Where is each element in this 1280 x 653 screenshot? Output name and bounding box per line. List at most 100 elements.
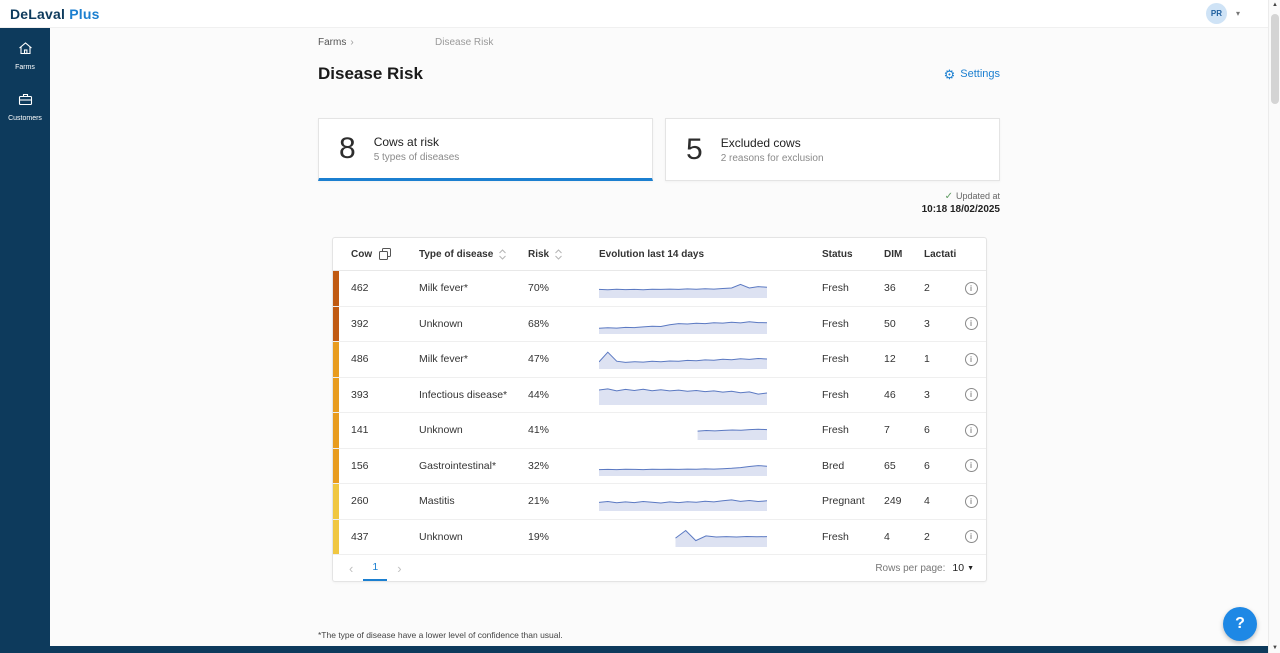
rows-per-page-label: Rows per page:: [875, 563, 945, 574]
gear-icon: ⚙: [944, 68, 956, 81]
cow-id: 141: [351, 424, 369, 436]
col-risk-sort[interactable]: Risk: [520, 238, 583, 270]
settings-label: Settings: [960, 68, 1000, 80]
disease-type: Mastitis: [419, 495, 455, 507]
info-icon[interactable]: i: [965, 530, 978, 543]
col-evolution: Evolution last 14 days: [599, 249, 704, 260]
breadcrumb-current: Disease Risk: [435, 37, 493, 48]
disease-type: Infectious disease*: [419, 389, 507, 401]
risk-level-bar: [333, 342, 339, 377]
lactation-nr: 2: [924, 531, 930, 543]
dim-value: 7: [884, 424, 890, 436]
col-risk: Risk: [528, 249, 549, 260]
risk-percent: 70%: [528, 282, 549, 294]
help-button[interactable]: ?: [1223, 607, 1257, 641]
cow-status: Bred: [822, 460, 844, 472]
page-number[interactable]: 1: [363, 555, 387, 581]
sort-icon: [555, 249, 562, 260]
copy-icon[interactable]: [379, 248, 391, 260]
cow-id: 156: [351, 460, 369, 472]
disease-risk-table: Cow Type of disease Risk Evoluti: [332, 237, 987, 582]
customers-icon: [17, 91, 34, 112]
cows-at-risk-count: 8: [339, 132, 356, 166]
next-page-button[interactable]: ›: [393, 555, 405, 581]
breadcrumb: Farms› Disease Risk: [318, 37, 354, 49]
user-menu-caret-icon[interactable]: ▾: [1236, 9, 1240, 18]
risk-percent: 47%: [528, 353, 549, 365]
info-icon[interactable]: i: [965, 459, 978, 472]
settings-button[interactable]: ⚙ Settings: [944, 68, 1000, 81]
rows-per-page-select[interactable]: 10 ▼: [952, 562, 974, 574]
sidebar-item-customers[interactable]: Customers: [8, 91, 42, 122]
lactation-nr: 1: [924, 353, 930, 365]
table-pagination: ‹ 1 › Rows per page: 10 ▼: [333, 555, 986, 581]
info-icon[interactable]: i: [965, 388, 978, 401]
breadcrumb-farms[interactable]: Farms: [318, 37, 346, 48]
updated-timestamp: 10:18 18/02/2025: [318, 204, 1000, 215]
disease-type: Gastrointestinal*: [419, 460, 496, 472]
card-excluded-cows[interactable]: 5 Excluded cows 2 reasons for exclusion: [665, 118, 1000, 181]
table-row[interactable]: 260 Mastitis 21% Pregnant 249 4 i: [333, 484, 986, 520]
table-body: 462 Milk fever* 70% Fresh 36 2 i 392 Unk…: [333, 271, 986, 555]
main-content: Farms› Disease Risk Disease Risk ⚙ Setti…: [50, 28, 1268, 646]
dim-value: 46: [884, 389, 896, 401]
risk-level-bar: [333, 449, 339, 484]
lactation-nr: 6: [924, 460, 930, 472]
excluded-cows-count: 5: [686, 133, 703, 167]
disease-type: Unknown: [419, 318, 463, 330]
col-dim: DIM: [884, 249, 902, 260]
risk-percent: 21%: [528, 495, 549, 507]
evolution-sparkline: [599, 277, 769, 299]
info-icon[interactable]: i: [965, 317, 978, 330]
cow-status: Pregnant: [822, 495, 865, 507]
rows-per-page-value: 10: [952, 562, 964, 574]
dim-value: 50: [884, 318, 896, 330]
disease-footnote: *The type of disease have a lower level …: [318, 630, 563, 640]
col-disease: Type of disease: [419, 249, 493, 260]
table-row[interactable]: 462 Milk fever* 70% Fresh 36 2 i: [333, 271, 986, 307]
scroll-up-icon[interactable]: ▲: [1269, 2, 1280, 8]
lactation-nr: 3: [924, 318, 930, 330]
bottom-strip: [0, 646, 1268, 653]
info-icon[interactable]: i: [965, 353, 978, 366]
cow-status: Fresh: [822, 282, 849, 294]
table-row[interactable]: 141 Unknown 41% Fresh 7 6 i: [333, 413, 986, 449]
card-subtitle: 5 types of diseases: [374, 152, 460, 163]
top-bar: DeLaval Plus PR ▾: [0, 0, 1268, 28]
sidebar: Farms Customers: [0, 28, 50, 653]
card-cows-at-risk[interactable]: 8 Cows at risk 5 types of diseases: [318, 118, 653, 181]
farms-icon: [17, 40, 34, 61]
table-row[interactable]: 393 Infectious disease* 44% Fresh 46 3 i: [333, 378, 986, 414]
lactation-nr: 6: [924, 424, 930, 436]
prev-page-button[interactable]: ‹: [345, 555, 357, 581]
delaval-plus-logo[interactable]: DeLaval Plus: [10, 6, 100, 22]
table-row[interactable]: 486 Milk fever* 47% Fresh 12 1 i: [333, 342, 986, 378]
sidebar-item-farms[interactable]: Farms: [15, 40, 35, 71]
disease-type: Unknown: [419, 531, 463, 543]
evolution-sparkline: [599, 419, 769, 441]
table-row[interactable]: 437 Unknown 19% Fresh 4 2 i: [333, 520, 986, 556]
vertical-scrollbar[interactable]: ▲ ▼: [1268, 0, 1280, 653]
cow-status: Fresh: [822, 531, 849, 543]
table-row[interactable]: 156 Gastrointestinal* 32% Bred 65 6 i: [333, 449, 986, 485]
sidebar-item-label: Customers: [8, 115, 42, 122]
info-icon[interactable]: i: [965, 424, 978, 437]
table-row[interactable]: 392 Unknown 68% Fresh 50 3 i: [333, 307, 986, 343]
cow-id: 392: [351, 318, 369, 330]
risk-percent: 68%: [528, 318, 549, 330]
info-icon[interactable]: i: [965, 282, 978, 295]
avatar[interactable]: PR: [1206, 3, 1227, 24]
dim-value: 12: [884, 353, 896, 365]
info-icon[interactable]: i: [965, 495, 978, 508]
col-disease-sort[interactable]: Type of disease: [407, 238, 520, 270]
risk-level-bar: [333, 378, 339, 413]
risk-percent: 41%: [528, 424, 549, 436]
scrollbar-thumb[interactable]: [1271, 14, 1279, 104]
dim-value: 4: [884, 531, 890, 543]
risk-percent: 44%: [528, 389, 549, 401]
evolution-sparkline: [599, 490, 769, 512]
evolution-sparkline: [599, 384, 769, 406]
scroll-down-icon[interactable]: ▼: [1269, 645, 1280, 651]
risk-level-bar: [333, 520, 339, 555]
risk-level-bar: [333, 271, 339, 306]
